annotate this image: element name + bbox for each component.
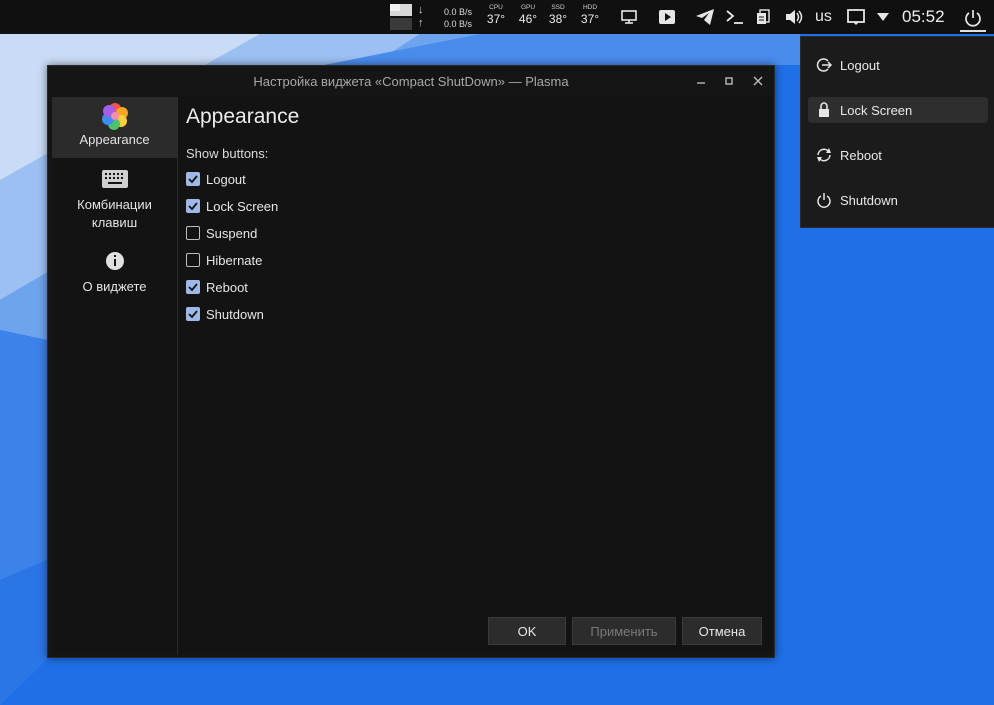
popup-lock-screen-item[interactable]: Lock Screen	[808, 97, 988, 123]
option-hibernate[interactable]: Hibernate	[186, 251, 262, 269]
ssd-temp-sensor[interactable]: SSD 38°	[544, 4, 572, 27]
shutdown-popup: Logout Lock Screen Reboot Shutdown	[800, 36, 994, 228]
top-panel: ↓ ↑ 0.0 B/s 0.0 B/s CPU 37° GPU 46° SSD …	[0, 0, 994, 34]
checkbox-checked-icon[interactable]	[186, 280, 200, 294]
page-title: Appearance	[186, 105, 300, 128]
sidebar-item-about[interactable]: О виджете	[52, 247, 177, 303]
info-icon	[52, 247, 177, 272]
option-suspend[interactable]: Suspend	[186, 224, 257, 242]
settings-content: Appearance Show buttons: Logout Lock Scr…	[178, 97, 772, 654]
popup-shutdown-item[interactable]: Shutdown	[808, 187, 988, 213]
lock-icon	[814, 100, 834, 120]
hdd-temp-sensor[interactable]: HDD 37°	[576, 4, 604, 27]
checkbox-unchecked-icon[interactable]	[186, 253, 200, 267]
popup-reboot-item[interactable]: Reboot	[808, 142, 988, 168]
apply-button[interactable]: Применить	[572, 617, 676, 645]
download-rate: 0.0 B/s	[444, 7, 473, 17]
media-play-icon[interactable]	[656, 6, 678, 28]
checkbox-checked-icon[interactable]	[186, 172, 200, 186]
clipboard-icon[interactable]	[752, 6, 774, 28]
network-arrows: ↓ ↑	[418, 4, 424, 29]
notifications-icon[interactable]	[845, 6, 867, 28]
checkbox-unchecked-icon[interactable]	[186, 226, 200, 240]
telegram-icon[interactable]	[694, 6, 716, 28]
settings-window: Настройка виджета «Compact ShutDown» — P…	[47, 65, 775, 658]
display-icon[interactable]	[618, 6, 640, 28]
tray-expand-chevron-down-icon[interactable]	[872, 6, 894, 28]
cpu-temp-sensor[interactable]: CPU 37°	[482, 4, 510, 27]
shutdown-icon	[814, 190, 834, 210]
logout-icon	[814, 55, 834, 75]
window-titlebar[interactable]: Настройка виджета «Compact ShutDown» — P…	[48, 66, 774, 96]
keyboard-layout-indicator[interactable]: us	[815, 8, 832, 26]
option-reboot[interactable]: Reboot	[186, 278, 248, 296]
option-logout[interactable]: Logout	[186, 170, 246, 188]
window-title: Настройка виджета «Compact ShutDown» — P…	[253, 73, 569, 89]
ok-button[interactable]: OK	[488, 617, 566, 645]
checkbox-checked-icon[interactable]	[186, 199, 200, 213]
show-buttons-label: Show buttons:	[186, 146, 269, 161]
sidebar-item-appearance[interactable]: Appearance	[52, 97, 177, 158]
terminal-icon[interactable]	[724, 6, 746, 28]
settings-sidebar: Appearance Комбинации клавиш О виджете	[52, 97, 178, 654]
cancel-button[interactable]: Отмена	[682, 617, 762, 645]
power-widget-icon[interactable]	[958, 4, 988, 32]
upload-rate: 0.0 B/s	[444, 19, 473, 29]
clock[interactable]: 05:52	[902, 7, 945, 27]
option-lock-screen[interactable]: Lock Screen	[186, 197, 278, 215]
close-button[interactable]	[750, 73, 766, 89]
gpu-temp-sensor[interactable]: GPU 46°	[514, 4, 542, 27]
volume-icon[interactable]	[783, 6, 805, 28]
network-rates: 0.0 B/s 0.0 B/s	[444, 6, 472, 30]
network-graph	[390, 4, 412, 30]
maximize-button[interactable]	[721, 73, 737, 89]
minimize-button[interactable]	[693, 73, 709, 89]
popup-logout-item[interactable]: Logout	[808, 52, 988, 78]
sidebar-item-shortcuts[interactable]: Комбинации клавиш	[52, 161, 177, 241]
reboot-icon	[814, 145, 834, 165]
checkbox-checked-icon[interactable]	[186, 307, 200, 321]
appearance-icon	[52, 97, 177, 130]
option-shutdown[interactable]: Shutdown	[186, 305, 264, 323]
keyboard-icon	[52, 161, 177, 190]
